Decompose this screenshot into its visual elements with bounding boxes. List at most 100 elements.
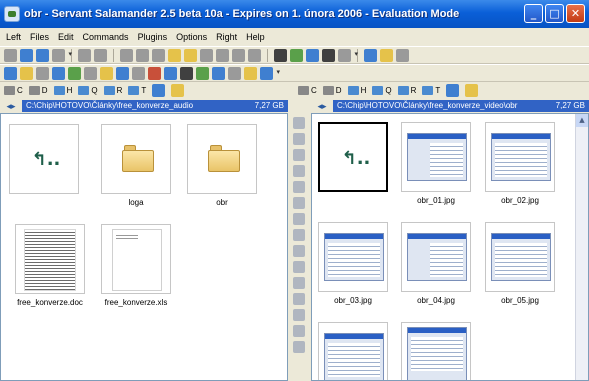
view-mode-icon[interactable] (338, 48, 358, 62)
filter-icon[interactable] (293, 293, 305, 305)
plugin-5-icon[interactable] (68, 66, 88, 80)
drive-q-button[interactable]: Q (78, 85, 98, 95)
pack-icon[interactable] (293, 181, 305, 193)
drive-d-button[interactable]: D (28, 85, 48, 95)
plugin-15-icon[interactable] (228, 66, 248, 80)
panel-layout-icon[interactable] (4, 48, 17, 62)
cut-icon[interactable] (120, 48, 133, 62)
find-files-icon[interactable] (293, 133, 305, 145)
plugin-13-icon[interactable] (196, 66, 216, 80)
left-path-bar[interactable]: ◂▸ C:\Chip\HOTOVO\Články\free_konverze_a… (0, 99, 288, 113)
folder-item[interactable]: loga (101, 124, 171, 207)
image-file-item[interactable] (401, 322, 471, 380)
menu-left[interactable]: Left (6, 32, 21, 42)
drive-c-button[interactable]: C (4, 85, 23, 95)
quick-view-icon[interactable] (293, 117, 305, 129)
plugin-11-icon[interactable] (164, 66, 184, 80)
properties-icon[interactable] (293, 245, 305, 257)
network-icon[interactable] (306, 48, 319, 62)
move-files-icon[interactable] (184, 48, 197, 62)
new-folder-icon[interactable] (364, 48, 377, 62)
plugin-6-icon[interactable] (84, 66, 104, 80)
right-path-bar[interactable]: ◂▸ C:\Chip\HOTOVO\Články\free_konverze_v… (311, 99, 589, 113)
drive-h-button[interactable]: H (53, 85, 72, 95)
copy-icon[interactable] (136, 48, 149, 62)
menu-options[interactable]: Options (176, 32, 207, 42)
select-icon[interactable] (78, 48, 91, 62)
plugin-7-icon[interactable] (100, 66, 120, 80)
compare-directories-icon[interactable] (293, 149, 305, 161)
menu-plugins[interactable]: Plugins (138, 32, 168, 42)
change-attributes-icon[interactable] (293, 165, 305, 177)
menu-commands[interactable]: Commands (83, 32, 129, 42)
settings-icon[interactable] (293, 341, 305, 353)
plugin-icon[interactable] (290, 48, 303, 62)
right-file-panel[interactable]: ↰.. obr_01.jpg obr_02.jpg obr_03.jpg obr… (311, 113, 589, 381)
plugin-1-icon[interactable] (4, 66, 24, 80)
file-item[interactable]: free_konverze.doc (15, 224, 85, 307)
edit-icon[interactable] (396, 48, 409, 62)
edit-icon[interactable] (293, 309, 305, 321)
compare-icon[interactable] (232, 48, 245, 62)
maximize-button[interactable]: □ (545, 4, 564, 23)
back-icon[interactable] (20, 48, 33, 62)
menu-help[interactable]: Help (246, 32, 265, 42)
new-file-icon[interactable] (293, 261, 305, 273)
close-button[interactable]: ✕ (566, 4, 585, 23)
plugin-16-icon[interactable] (244, 66, 264, 80)
drive-t-button[interactable]: T (128, 85, 146, 95)
drive-r-button[interactable]: R (103, 85, 122, 95)
plugin-8-icon[interactable] (116, 66, 136, 80)
network-neighborhood-icon[interactable] (152, 83, 166, 97)
plugin-2-icon[interactable] (20, 66, 40, 80)
left-file-panel[interactable]: ↰.. loga obr free_konverze.doc free_konv… (0, 113, 288, 381)
drive-r-button[interactable]: R (397, 85, 416, 95)
command-shell-icon[interactable] (322, 48, 335, 62)
plugin-14-icon[interactable] (212, 66, 232, 80)
refresh-icon[interactable] (94, 48, 107, 62)
sort-icon[interactable] (293, 277, 305, 289)
menu-right[interactable]: Right (216, 32, 237, 42)
favorites-icon[interactable] (171, 83, 185, 97)
pack-icon[interactable] (200, 48, 213, 62)
parent-dir-item[interactable]: ↰.. (9, 124, 79, 198)
find-icon[interactable] (274, 48, 287, 62)
unpack-icon[interactable] (216, 48, 229, 62)
delete-icon[interactable] (293, 197, 305, 209)
paste-icon[interactable] (152, 48, 165, 62)
plugin-4-icon[interactable] (52, 66, 72, 80)
plugin-12-icon[interactable] (180, 66, 200, 80)
new-file-icon[interactable] (380, 48, 393, 62)
image-file-item[interactable]: obr_05.jpg (485, 222, 555, 305)
menu-files[interactable]: Files (30, 32, 49, 42)
right-path-text[interactable]: C:\Chip\HOTOVO\Články\free_konverze_vide… (337, 100, 517, 112)
left-path-text[interactable]: C:\Chip\HOTOVO\Články\free_konverze_audi… (26, 100, 193, 112)
plugin-17-icon[interactable] (260, 66, 280, 80)
minimize-button[interactable]: _ (524, 4, 543, 23)
plugin-3-icon[interactable] (36, 66, 56, 80)
folder-item[interactable]: obr (187, 124, 257, 207)
right-history-back-icon[interactable]: ◂▸ (311, 100, 333, 112)
image-file-item[interactable]: obr_03.jpg (318, 222, 388, 305)
network-neighborhood-icon[interactable] (446, 83, 460, 97)
drive-h-button[interactable]: H (347, 85, 366, 95)
forward-icon[interactable] (36, 48, 49, 62)
scroll-up-icon[interactable]: ▲ (576, 114, 588, 127)
title-bar[interactable]: obr - Servant Salamander 2.5 beta 10a - … (0, 0, 589, 28)
plugin-10-icon[interactable] (148, 66, 168, 80)
copy-files-icon[interactable] (168, 48, 181, 62)
history-icon[interactable] (52, 48, 72, 62)
image-file-item[interactable] (318, 322, 388, 380)
drive-c-button[interactable]: C (298, 85, 317, 95)
move-icon[interactable] (293, 229, 305, 241)
copy-icon[interactable] (293, 213, 305, 225)
drive-q-button[interactable]: Q (372, 85, 392, 95)
salamander-app-icon[interactable] (4, 6, 20, 22)
file-item[interactable]: free_konverze.xls (101, 224, 171, 307)
image-file-item[interactable]: obr_04.jpg (401, 222, 471, 305)
left-history-back-icon[interactable]: ◂▸ (0, 100, 22, 112)
user-menu-icon[interactable] (293, 325, 305, 337)
parent-dir-item[interactable]: ↰.. (318, 122, 388, 196)
drive-t-button[interactable]: T (422, 85, 440, 95)
plugin-9-icon[interactable] (132, 66, 152, 80)
